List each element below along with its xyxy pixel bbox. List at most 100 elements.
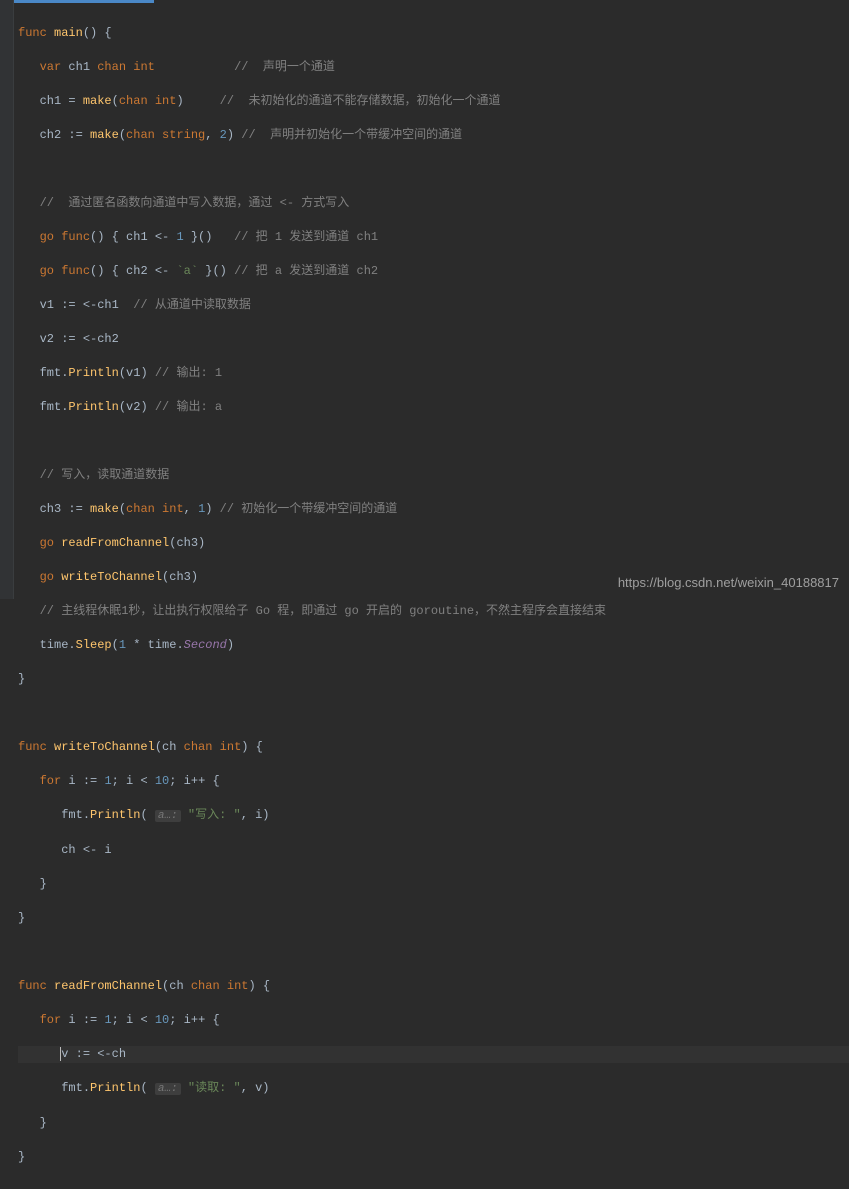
anon-end: }()	[198, 264, 227, 278]
for-post: ; i++ {	[169, 774, 219, 788]
call-println: Println	[90, 1081, 140, 1095]
string-read: "读取: "	[188, 1081, 241, 1095]
for-init: i :=	[61, 774, 104, 788]
const-second: Second	[184, 638, 227, 652]
stmt-ch-send: ch <- i	[61, 843, 111, 857]
for-init: i :=	[61, 1013, 104, 1027]
brace-close: }	[18, 911, 25, 925]
num-1: 1	[119, 638, 126, 652]
num-1: 1	[198, 502, 205, 516]
type-chan-int: chan int	[184, 740, 242, 754]
func-name-main: main	[54, 26, 83, 40]
for-post: ; i++ {	[169, 1013, 219, 1027]
call-writeto: writeToChannel	[61, 570, 162, 584]
string-write: "写入: "	[188, 808, 241, 822]
params-close: ) {	[241, 740, 263, 754]
comment: // 声明一个通道	[234, 60, 335, 74]
pkg-fmt: fmt	[61, 1081, 83, 1095]
code-editor[interactable]: func main() { var ch1 chan int // 声明一个通道…	[0, 0, 849, 1189]
brace-close: }	[40, 1116, 47, 1130]
comment: // 主线程休眠1秒，让出执行权限给子 Go 程，即通过 go 开启的 goro…	[40, 604, 606, 618]
comment: // 输出: a	[155, 400, 222, 414]
func-name-readfrom: readFromChannel	[54, 979, 162, 993]
string-a: `a`	[176, 264, 198, 278]
pkg-time: time	[40, 638, 69, 652]
keyword-func: func	[18, 979, 47, 993]
type-chan-int: chan int	[97, 60, 155, 74]
sig-rest: () {	[83, 26, 112, 40]
call-println: Println	[90, 808, 140, 822]
keyword-func: func	[61, 230, 90, 244]
num-1: 1	[176, 230, 183, 244]
stmt-v1: v1 := <-ch1	[40, 298, 119, 312]
call-make: make	[90, 128, 119, 142]
call-make: make	[83, 94, 112, 108]
keyword-go: go	[40, 536, 54, 550]
type-chan-string: chan string	[126, 128, 205, 142]
call-make: make	[90, 502, 119, 516]
op-mul: *	[126, 638, 148, 652]
stmt-v2: v2 := <-ch2	[40, 332, 119, 346]
pkg-time: time	[148, 638, 177, 652]
pkg-fmt: fmt	[61, 808, 83, 822]
num-1: 1	[104, 1013, 111, 1027]
comment: // 声明并初始化一个带缓冲空间的通道	[241, 128, 462, 142]
comment: // 从通道中读取数据	[133, 298, 251, 312]
call-println: Println	[68, 400, 118, 414]
params-close: ) {	[248, 979, 270, 993]
call-sleep: Sleep	[76, 638, 112, 652]
for-cond: ; i <	[112, 774, 155, 788]
call-readfrom: readFromChannel	[61, 536, 169, 550]
func-name-writeto: writeToChannel	[54, 740, 155, 754]
brace-close: }	[18, 672, 25, 686]
keyword-func: func	[18, 26, 47, 40]
brace-close: }	[18, 1150, 25, 1164]
num-10: 10	[155, 774, 169, 788]
paren-close: )	[227, 638, 234, 652]
pkg-fmt: fmt	[40, 366, 62, 380]
tab-indicator	[14, 0, 154, 3]
param-hint: a…:	[155, 810, 181, 822]
gutter	[0, 0, 14, 599]
comment: // 把 a 发送到通道 ch2	[234, 264, 378, 278]
keyword-func: func	[18, 740, 47, 754]
comment: // 未初始化的通道不能存储数据，初始化一个通道	[220, 94, 501, 108]
assign-ch2: ch2 :=	[40, 128, 90, 142]
keyword-go: go	[40, 570, 54, 584]
num-2: 2	[220, 128, 227, 142]
num-10: 10	[155, 1013, 169, 1027]
for-cond: ; i <	[112, 1013, 155, 1027]
keyword-for: for	[40, 774, 62, 788]
comment: // 通过匿名函数向通道中写入数据，通过 <- 方式写入	[40, 196, 350, 210]
ident-ch1: ch1	[68, 60, 90, 74]
num-1: 1	[104, 774, 111, 788]
watermark: https://blog.csdn.net/weixin_40188817	[618, 574, 839, 591]
anon-end: }()	[184, 230, 213, 244]
arg-v2: (v2)	[119, 400, 148, 414]
keyword-go: go	[40, 264, 54, 278]
arg-v1: (v1)	[119, 366, 148, 380]
assign-ch1: ch1 =	[40, 94, 83, 108]
stmt-v-recv: v := <-ch	[61, 1047, 126, 1061]
args-close: , v)	[241, 1081, 270, 1095]
keyword-for: for	[40, 1013, 62, 1027]
call-println: Println	[68, 366, 118, 380]
arg-ch3: (ch3)	[162, 570, 198, 584]
args-close: , i)	[241, 808, 270, 822]
comment: // 初始化一个带缓冲空间的通道	[220, 502, 398, 516]
params-open: (ch	[155, 740, 184, 754]
keyword-func: func	[61, 264, 90, 278]
type-chan-int: chan int	[119, 94, 177, 108]
paren-open: (	[112, 638, 119, 652]
comment: // 写入，读取通道数据	[40, 468, 170, 482]
assign-ch3: ch3 :=	[40, 502, 90, 516]
params-open: (ch	[162, 979, 191, 993]
anon-body: () { ch2 <-	[90, 264, 176, 278]
type-chan-int: chan int	[191, 979, 249, 993]
pkg-fmt: fmt	[40, 400, 62, 414]
comment: // 把 1 发送到通道 ch1	[234, 230, 378, 244]
comment: // 输出: 1	[155, 366, 222, 380]
param-hint: a…:	[155, 1083, 181, 1095]
keyword-go: go	[40, 230, 54, 244]
brace-close: }	[40, 877, 47, 891]
